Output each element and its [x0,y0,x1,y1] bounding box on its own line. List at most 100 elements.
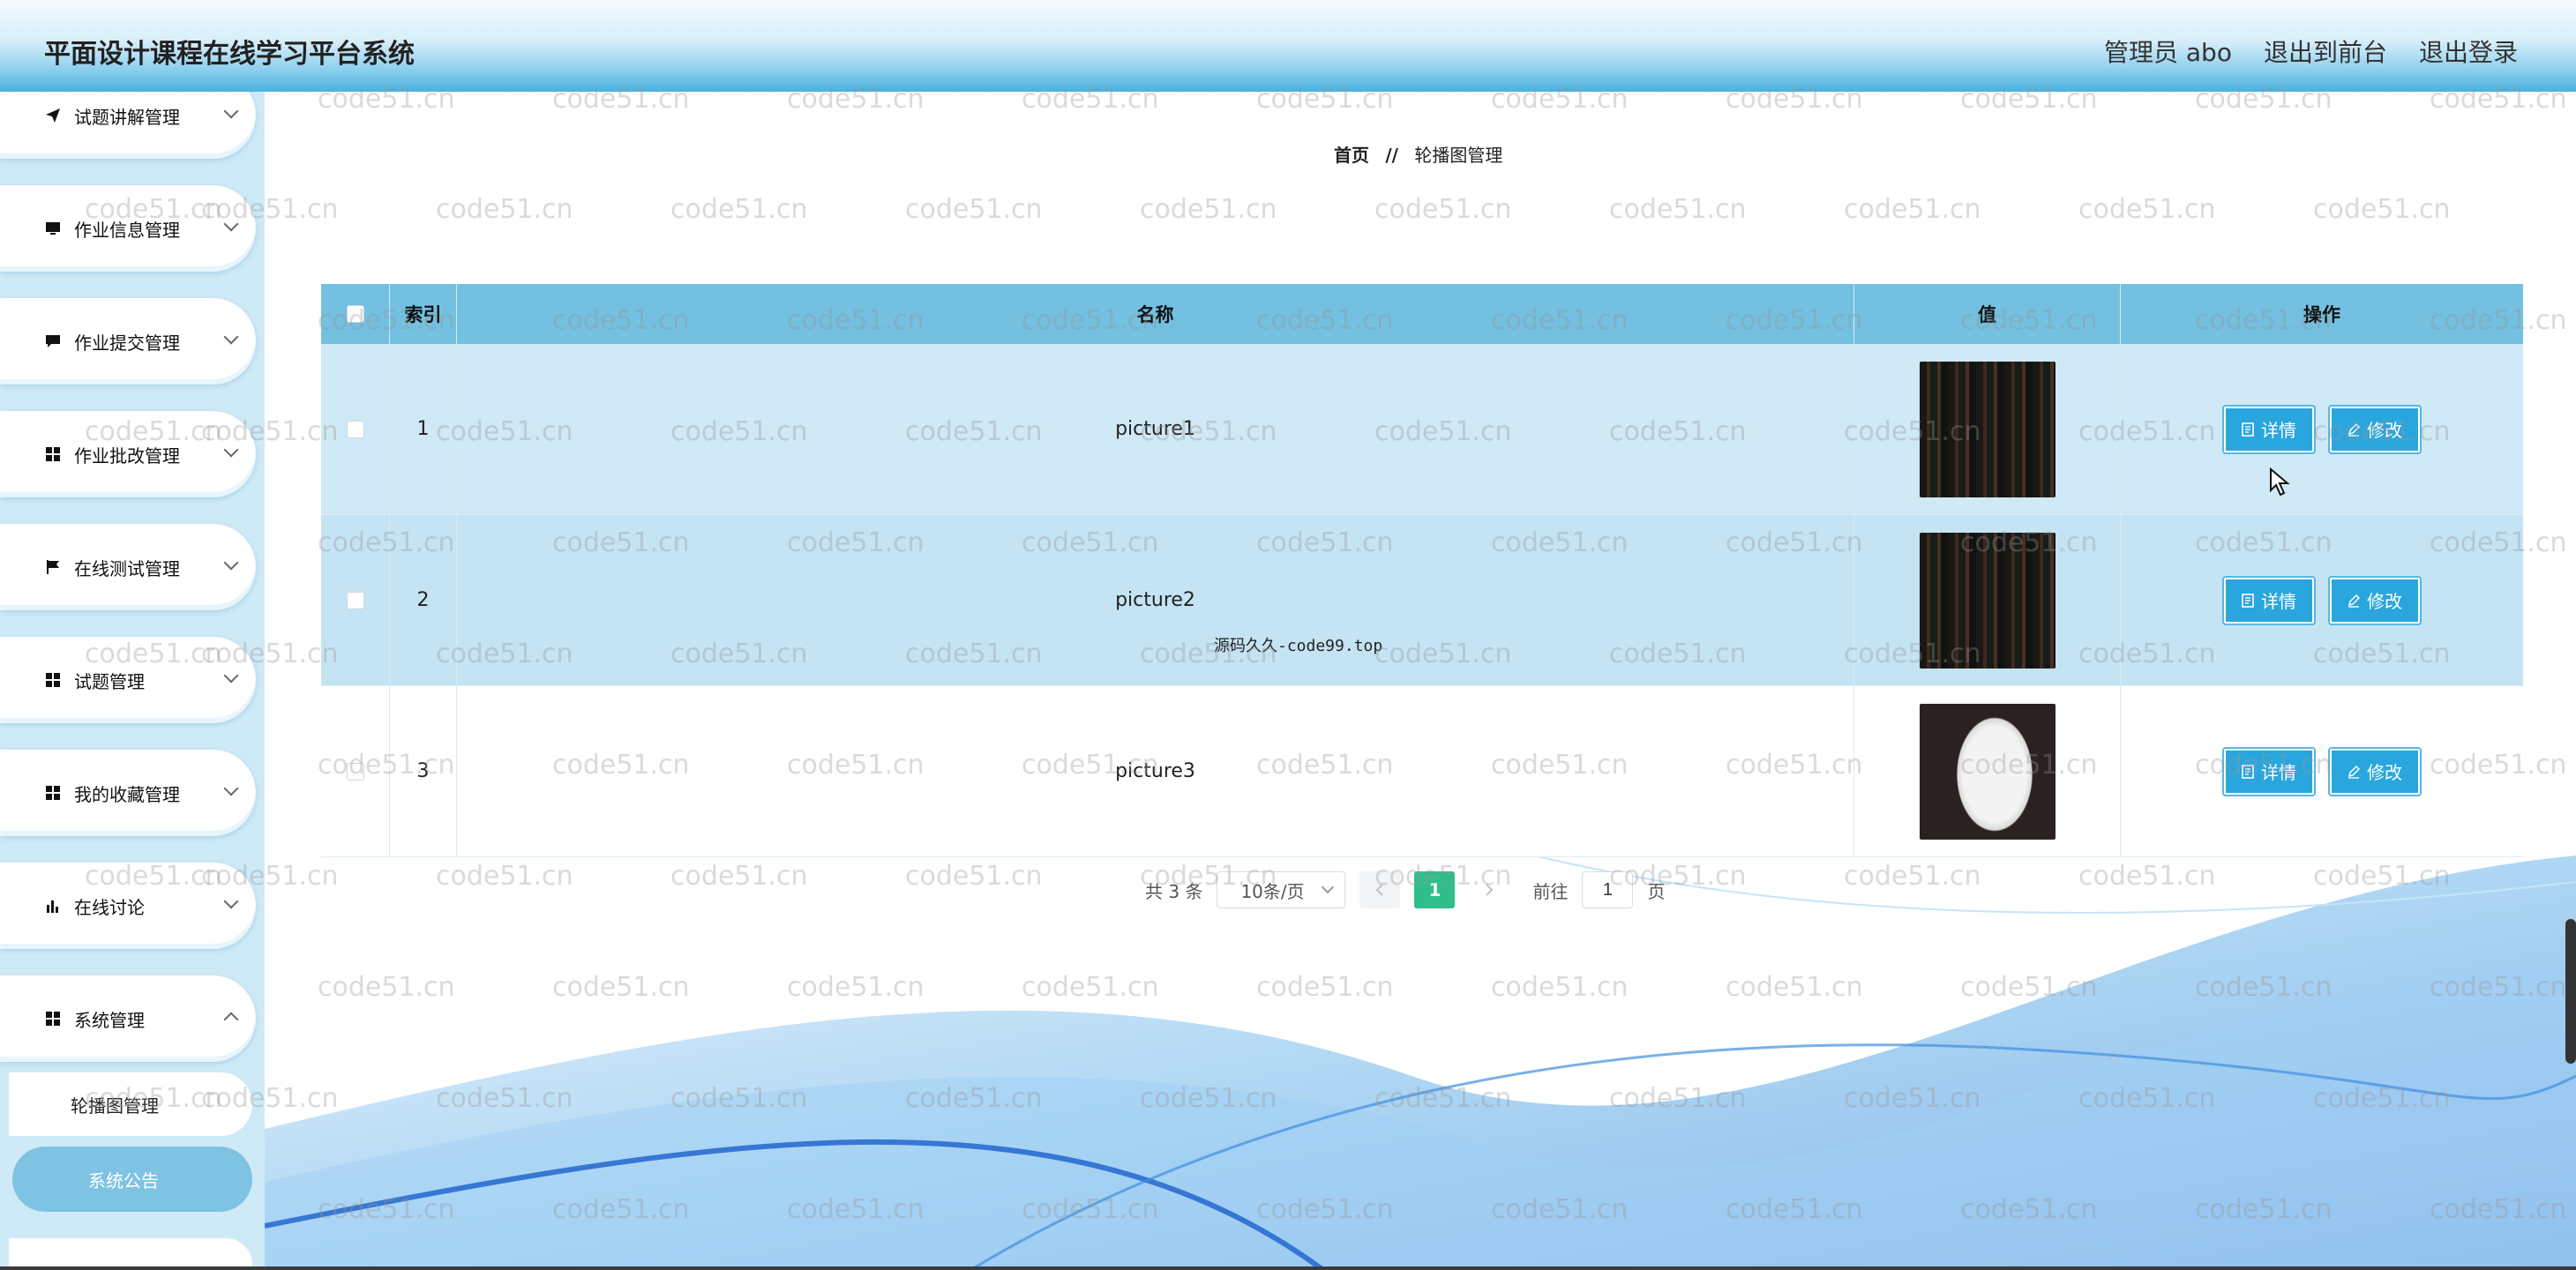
detail-button[interactable]: 详情 [2222,575,2316,625]
row-checkbox[interactable] [346,762,364,781]
chevron-down-icon [223,781,239,796]
edit-icon [2348,594,2360,608]
sidebar-item-homework-grading[interactable]: 作业批改管理 [0,411,256,497]
top-header: 平面设计课程在线学习平台系统 管理员 abo 退出到前台 退出登录 [0,0,2576,92]
watermark-text: code51.cn [670,1083,808,1114]
logout-link[interactable]: 退出登录 [2419,34,2518,69]
table-row: 2 picture2 详情 修改 [321,515,2523,686]
edit-icon [2348,422,2360,437]
flag-icon [44,558,62,576]
detail-button[interactable]: 详情 [2222,746,2316,796]
pagination-total: 共 3 条 [1145,880,1203,902]
sidebar: 试题讲解管理 作业信息管理 作业提交管理 作业批改管理 在线测试管理 试题管理 [0,92,265,1270]
grid-icon [44,671,62,689]
sidebar-subitem-carousel[interactable]: 轮播图管理 [9,1072,252,1136]
app-title: 平面设计课程在线学习平台系统 [44,39,415,70]
monitor-icon [44,220,62,237]
row-index: 1 [390,344,457,514]
sidebar-item-homework-submit[interactable]: 作业提交管理 [0,298,256,385]
sidebar-item-favorites[interactable]: 我的收藏管理 [0,750,256,836]
document-icon [2242,593,2254,608]
row-image-thumbnail [1919,703,2056,840]
row-checkbox[interactable] [346,420,364,438]
table-row: 3 picture3 详情 修改 [321,686,2523,857]
sidebar-item-questions[interactable]: 试题管理 [0,637,256,723]
chevron-down-icon [223,103,239,119]
page-number-current[interactable]: 1 [1414,871,1456,908]
row-name: picture2 [457,515,1854,685]
edit-button[interactable]: 修改 [2328,404,2422,454]
header-operations: 操作 [2303,304,2340,325]
watermark-text: code51.cn [1609,194,1747,225]
background-wave-decoration [265,847,2576,1270]
watermark-text: code51.cn [670,194,808,225]
watermark-text: code51.cn [2195,972,2333,1003]
sidebar-subitem-announcement[interactable]: 系统公告 [12,1147,252,1212]
header-links: 管理员 abo 退出到前台 退出登录 [2104,34,2518,69]
watermark-text: code51.cn [1844,861,1981,892]
watermark-text: code51.cn [1844,1083,1981,1114]
carousel-table: 索引 名称 值 操作 1 picture1 详情 修改 2 picture2 详… [321,284,2523,857]
watermark-text: code51.cn [1491,1194,1629,1225]
chevron-down-icon [1322,880,1335,894]
sidebar-item-online-test[interactable]: 在线测试管理 [0,524,256,610]
chevron-right-icon [1486,884,1494,896]
row-index: 3 [390,686,457,856]
prev-page-button[interactable] [1359,871,1401,908]
watermark-text: code51.cn [1022,972,1159,1003]
watermark-text: code51.cn [552,1194,690,1225]
detail-button[interactable]: 详情 [2222,404,2316,454]
breadcrumb-home[interactable]: 首页 [1334,145,1369,166]
page-size-select[interactable]: 10条/页 [1217,871,1346,908]
sidebar-item-discussion[interactable]: 在线讨论 [0,863,256,949]
grid-icon [44,784,62,802]
watermark-text: code51.cn [905,861,1043,892]
breadcrumb-current: 轮播图管理 [1414,145,1503,166]
chevron-down-icon [223,216,239,232]
watermark-text: code51.cn [1374,194,1512,225]
edit-button[interactable]: 修改 [2328,746,2422,796]
bar-chart-icon [44,897,62,915]
watermark-text: code51.cn [2313,861,2451,892]
goto-prefix: 前往 [1532,880,1569,902]
chevron-down-icon [223,668,239,684]
watermark-text: code51.cn [1491,972,1629,1003]
watermark-text: code51.cn [2078,194,2216,225]
chat-icon [44,332,62,350]
watermark-text: code51.cn [1256,972,1394,1003]
select-all-checkbox[interactable] [346,305,364,323]
watermark-text: code51.cn [1960,1194,2098,1225]
row-checkbox[interactable] [346,591,364,609]
send-icon [44,107,62,124]
table-header: 索引 名称 值 操作 [321,284,2523,344]
document-icon [2242,764,2254,779]
header-value: 值 [1854,284,2121,344]
goto-page-input[interactable] [1582,871,1634,908]
watermark-text: code51.cn [2313,1083,2451,1114]
watermark-text: code51.cn [2313,194,2451,225]
header-index: 索引 [390,284,457,344]
sidebar-item-exam-explanation[interactable]: 试题讲解管理 [0,92,256,159]
watermark-text: code51.cn [552,972,690,1003]
watermark-text: code51.cn [1844,194,1981,225]
back-to-frontend-link[interactable]: 退出到前台 [2264,34,2387,69]
sidebar-item-system[interactable]: 系统管理 [0,975,256,1062]
admin-user-link[interactable]: 管理员 abo [2104,34,2232,69]
grid-icon [44,445,62,463]
page-scrollbar-thumb[interactable] [2565,919,2576,1064]
watermark-text: code51.cn [1960,972,2098,1003]
watermark-text: code51.cn [1256,1194,1394,1225]
sidebar-item-homework-info[interactable]: 作业信息管理 [0,185,256,272]
next-page-button[interactable] [1469,871,1509,908]
chevron-down-icon [223,442,239,458]
grid-icon [44,1010,62,1027]
watermark-text: code51.cn [787,1194,925,1225]
watermark-text: code51.cn [905,194,1043,225]
chevron-down-icon [223,893,239,909]
edit-button[interactable]: 修改 [2328,575,2422,625]
watermark-text: code51.cn [2078,1083,2216,1114]
watermark-text: code51.cn [905,1083,1043,1114]
watermark-text: code51.cn [1022,1194,1159,1225]
watermark-text: code51.cn [1609,1083,1747,1114]
row-index: 2 [390,515,457,685]
